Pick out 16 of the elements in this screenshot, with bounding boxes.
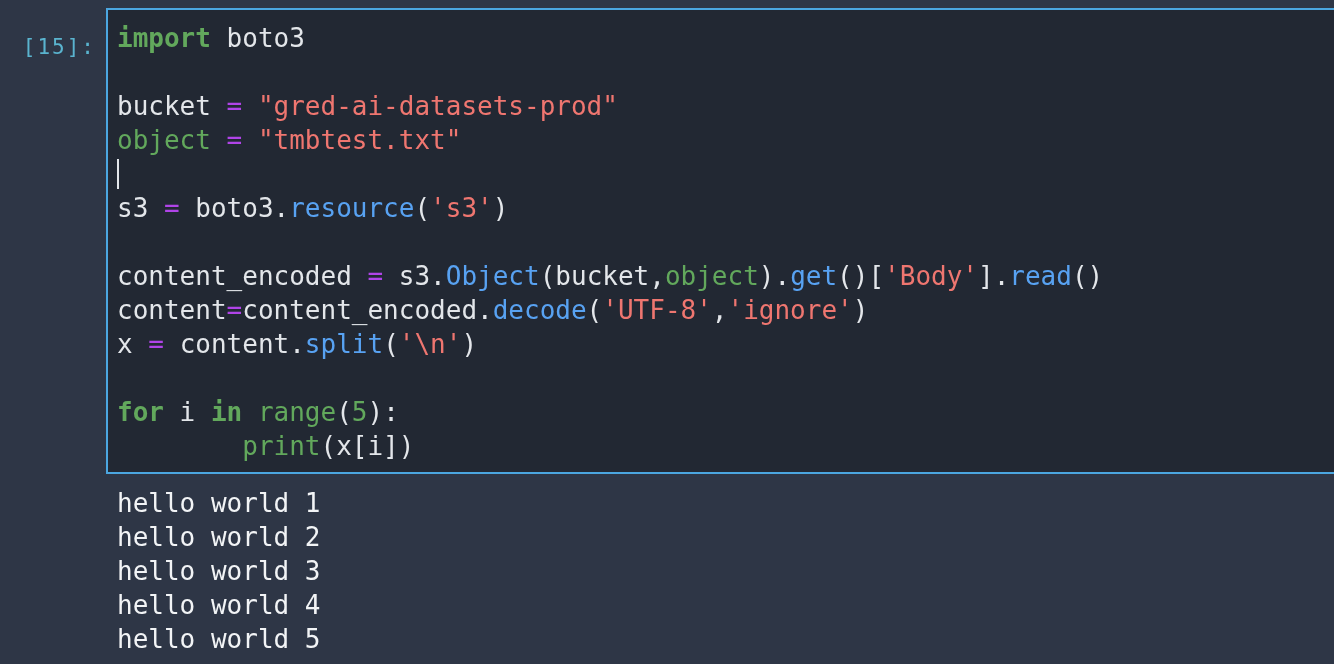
code-line: for i in range(5): xyxy=(117,396,399,429)
output-line: hello world 1 xyxy=(117,487,321,520)
code-line: x = content.split('\n') xyxy=(117,328,478,361)
code-line: bucket = "gred-ai-datasets-prod" xyxy=(117,90,618,123)
output-line: hello world 4 xyxy=(117,589,321,622)
code-cell[interactable] xyxy=(106,8,1334,474)
code-line: s3 = boto3.resource('s3') xyxy=(117,192,509,225)
output-line: hello world 2 xyxy=(117,521,321,554)
code-line: print(x[i]) xyxy=(241,430,415,463)
code-line: content=content_encoded.decode('UTF-8','ignore') xyxy=(117,294,869,327)
execution-count: [15]: xyxy=(22,34,96,61)
output-line: hello world 3 xyxy=(117,555,321,588)
output-line: hello world 5 xyxy=(117,623,321,656)
code-line: object = "tmbtest.txt" xyxy=(117,124,462,157)
code-line: content_encoded = s3.Object(bucket,object).get()['Body'].read() xyxy=(117,260,1104,293)
code-line: import boto3 xyxy=(117,22,305,55)
